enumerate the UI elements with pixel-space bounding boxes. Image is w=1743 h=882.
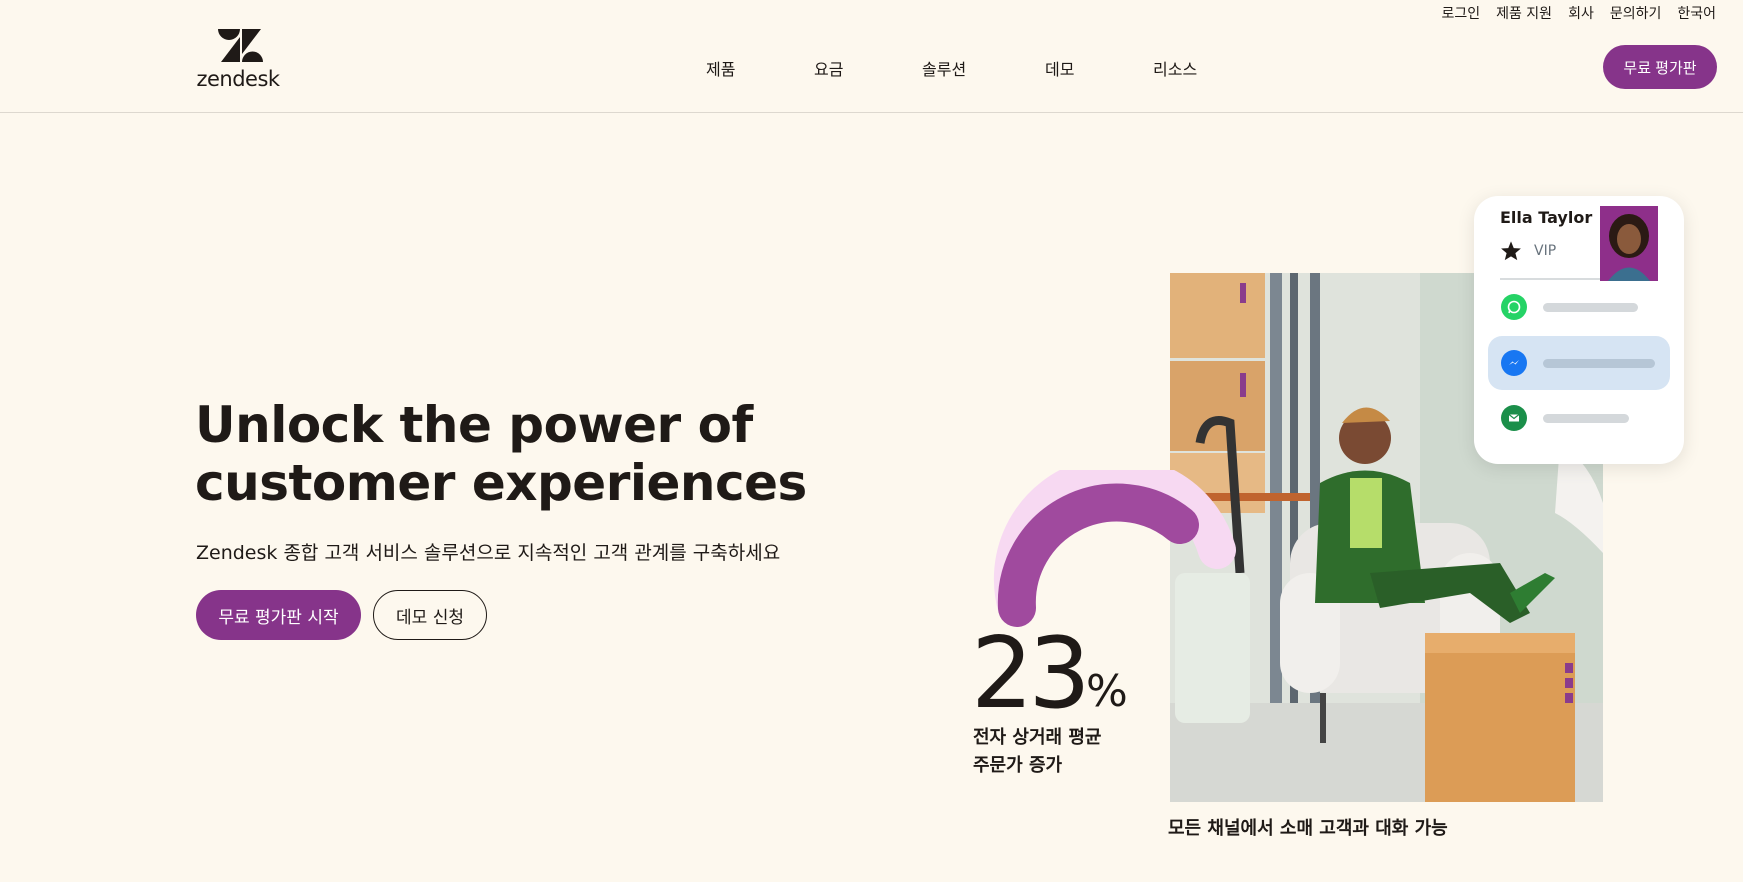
stat-caption: 전자 상거래 평균 주문가 증가 <box>973 724 1101 780</box>
channel-row-email[interactable] <box>1488 391 1670 445</box>
request-demo-button[interactable]: 데모 신청 <box>373 590 487 640</box>
whatsapp-icon <box>1501 294 1527 320</box>
zendesk-logo-mark <box>218 29 263 62</box>
start-free-trial-button[interactable]: 무료 평가판 시작 <box>196 590 361 640</box>
contact-link[interactable]: 문의하기 <box>1610 3 1662 23</box>
hero-subtitle: Zendesk 종합 고객 서비스 솔루션으로 지속적인 고객 관계를 구축하세… <box>196 542 781 564</box>
product-support-link[interactable]: 제품 지원 <box>1496 3 1552 23</box>
avatar <box>1600 206 1658 281</box>
customer-profile-card: Ella Taylor VIP <box>1474 196 1684 464</box>
company-link[interactable]: 회사 <box>1568 3 1594 23</box>
stat-gauge <box>993 470 1236 627</box>
channel-row-messenger[interactable] <box>1488 336 1670 390</box>
star-icon <box>1501 241 1521 261</box>
free-trial-header-button[interactable]: 무료 평가판 <box>1603 45 1717 89</box>
channel-preview-bar <box>1543 359 1655 368</box>
site-header: 로그인 제품 지원 회사 문의하기 한국어 zendesk 제품 요금 솔루션 … <box>0 0 1743 113</box>
nav-resources[interactable]: 리소스 <box>1153 56 1197 80</box>
login-link[interactable]: 로그인 <box>1441 3 1480 23</box>
channel-preview-bar <box>1543 303 1638 312</box>
stat-caption-line-1: 전자 상거래 평균 <box>973 727 1102 748</box>
nav-demo[interactable]: 데모 <box>1045 56 1153 80</box>
nav-solutions[interactable]: 솔루션 <box>922 56 1045 80</box>
zendesk-logo[interactable]: zendesk <box>195 26 281 91</box>
channel-row-whatsapp[interactable] <box>1488 280 1670 334</box>
profile-tier-badge: VIP <box>1534 243 1557 259</box>
hero-title: Unlock the power of customer experiences <box>195 396 807 512</box>
stat-value: 23 <box>971 617 1091 731</box>
stat-caption-line-2: 주문가 증가 <box>973 755 1063 776</box>
nav-pricing[interactable]: 요금 <box>814 56 922 80</box>
messenger-icon <box>1501 350 1527 376</box>
photo-caption: 모든 채널에서 소매 고객과 대화 가능 <box>1168 818 1448 839</box>
profile-name: Ella Taylor <box>1500 208 1593 227</box>
email-icon <box>1501 405 1527 431</box>
nav-products[interactable]: 제품 <box>706 56 814 80</box>
gauge-fill <box>997 483 1199 627</box>
language-selector[interactable]: 한국어 <box>1677 3 1716 23</box>
utility-nav: 로그인 제품 지원 회사 문의하기 한국어 <box>1441 3 1716 23</box>
stat-unit: % <box>1086 666 1128 717</box>
logo-wordmark: zendesk <box>196 67 280 91</box>
channel-preview-bar <box>1543 414 1629 423</box>
main-nav: 제품 요금 솔루션 데모 리소스 <box>706 56 1197 80</box>
